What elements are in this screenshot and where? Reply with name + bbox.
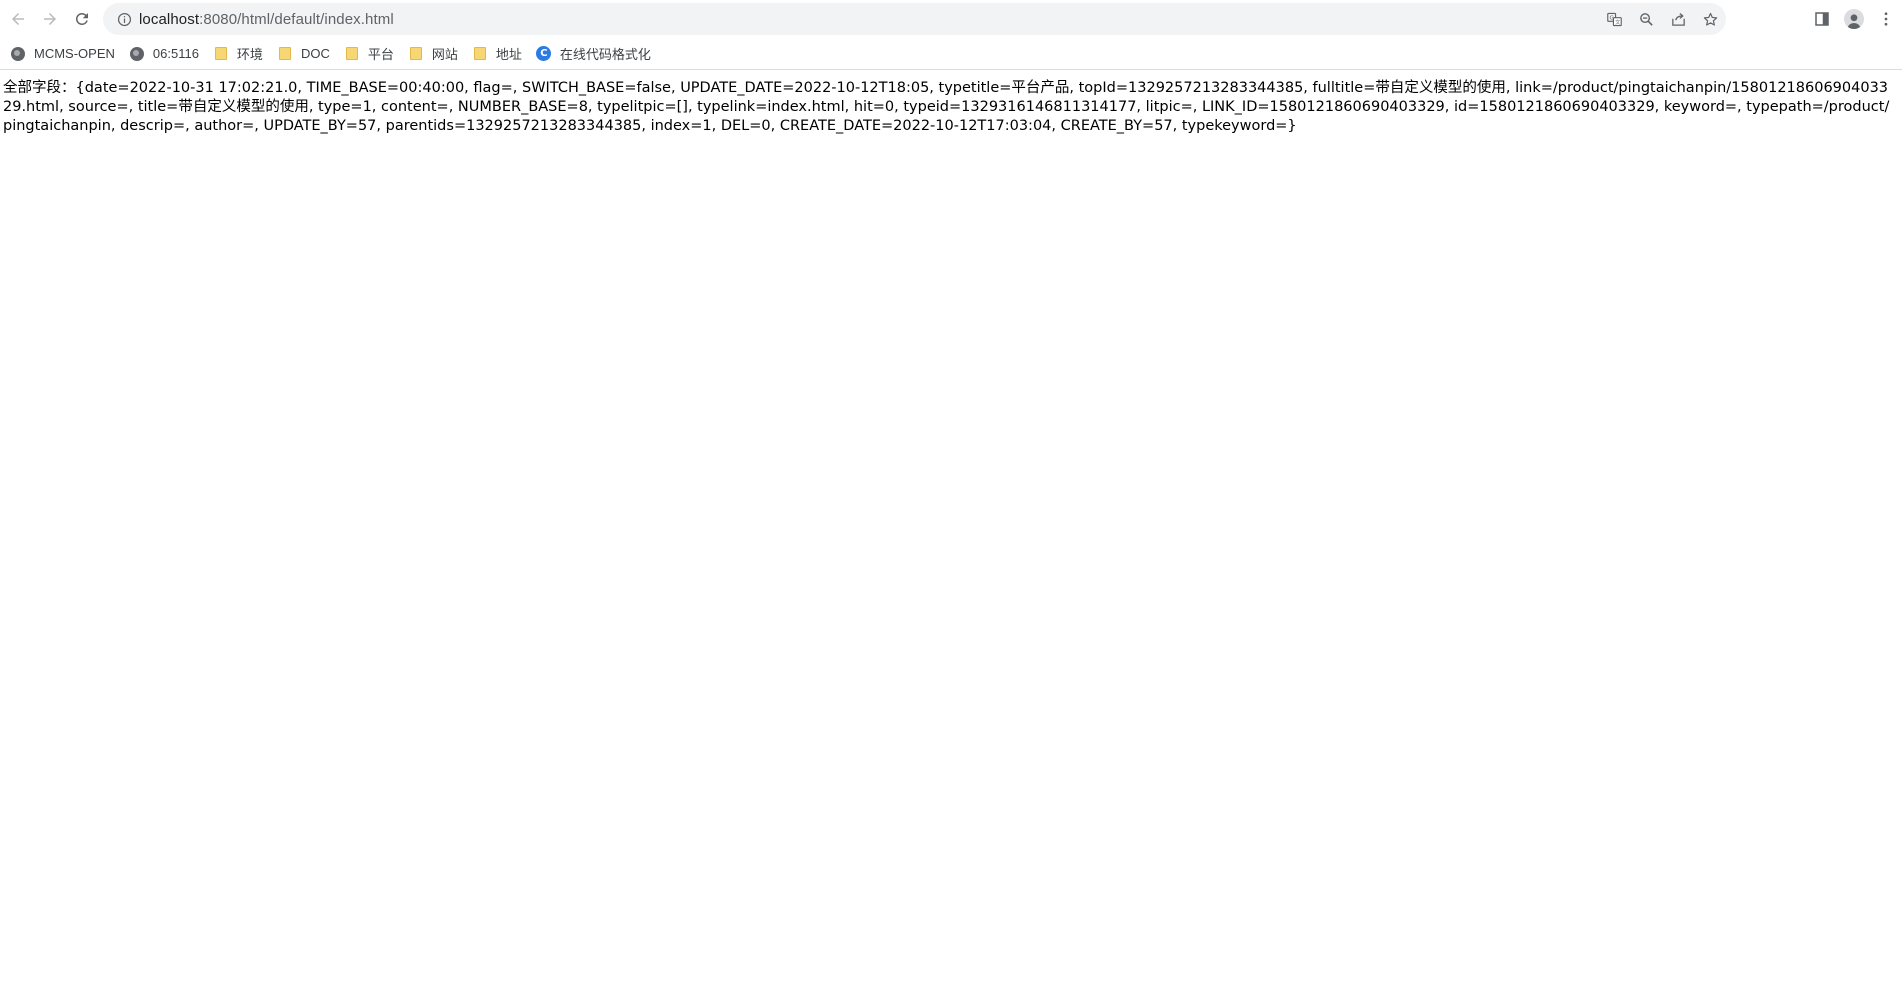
side-panel-button[interactable] (1806, 3, 1838, 35)
bookmark-label: 地址 (495, 47, 522, 62)
bookmark-label: MCMS-OPEN (34, 46, 115, 61)
bookmark-folder-doc[interactable]: DOC (273, 41, 338, 67)
bookmark-label: 06:5116 (152, 46, 199, 61)
globe-icon (129, 46, 145, 62)
browser-right-tools (1806, 3, 1902, 35)
folder-icon (472, 46, 488, 62)
bookmark-folder-website[interactable]: 网站 (404, 41, 466, 67)
avatar-icon (1844, 9, 1864, 29)
share-button[interactable] (1662, 3, 1694, 35)
bookmark-folder-address[interactable]: 地址 (468, 41, 530, 67)
profile-button[interactable] (1838, 3, 1870, 35)
reload-button[interactable] (66, 3, 98, 35)
bookmark-folder-platform[interactable]: 平台 (340, 41, 402, 67)
svg-text:文: 文 (1615, 18, 1620, 25)
folder-icon (344, 46, 360, 62)
bookmark-mcms-open[interactable]: MCMS-OPEN (6, 41, 123, 67)
menu-button[interactable] (1870, 3, 1902, 35)
address-bar-actions: G文 (1598, 3, 1726, 35)
bookmark-label: 平台 (367, 47, 394, 62)
side-panel-icon (1815, 12, 1829, 26)
share-icon (1671, 12, 1685, 26)
arrow-left-icon (12, 13, 24, 25)
reload-icon (76, 12, 88, 25)
back-button[interactable] (2, 3, 34, 35)
site-info-icon[interactable] (109, 3, 139, 35)
bookmark-label: DOC (300, 46, 330, 61)
more-vert-icon (1884, 12, 1888, 26)
folder-icon (213, 46, 229, 62)
bookmark-star-button[interactable] (1694, 3, 1726, 35)
star-icon (1703, 12, 1717, 26)
bookmark-folder-environment[interactable]: 环境 (209, 41, 271, 67)
browser-window: localhost:8080/html/default/index.html G… (0, 0, 1902, 999)
code-format-icon: C (536, 46, 552, 62)
url-path: :8080/html/default/index.html (199, 10, 394, 28)
folder-icon (277, 46, 293, 62)
svg-text:G: G (1609, 15, 1613, 21)
bookmark-label: 环境 (236, 47, 263, 62)
bookmarks-bar: MCMS-OPEN 06:5116 环境 DOC 平台 网站 地址 C 在线代码 (0, 38, 1902, 70)
address-bar[interactable]: localhost:8080/html/default/index.html G… (103, 3, 1726, 35)
bookmark-label: 在线代码格式化 (559, 47, 651, 62)
bookmark-06-5116[interactable]: 06:5116 (125, 41, 207, 67)
zoom-icon (1639, 12, 1653, 26)
translate-button[interactable]: G文 (1598, 3, 1630, 35)
folder-icon (408, 46, 424, 62)
address-url[interactable]: localhost:8080/html/default/index.html (139, 11, 394, 28)
forward-button[interactable] (34, 3, 66, 35)
translate-icon: G文 (1606, 12, 1622, 26)
bookmark-code-formatter[interactable]: C 在线代码格式化 (532, 41, 659, 67)
page-content: 全部字段：{date=2022-10-31 17:02:21.0, TIME_B… (0, 70, 1896, 136)
all-fields-text: 全部字段：{date=2022-10-31 17:02:21.0, TIME_B… (3, 80, 1890, 134)
zoom-button[interactable] (1630, 3, 1662, 35)
url-host: localhost (139, 10, 200, 28)
browser-toolbar: localhost:8080/html/default/index.html G… (0, 0, 1902, 38)
arrow-right-icon (44, 13, 56, 25)
bookmark-label: 网站 (431, 47, 458, 62)
globe-icon (10, 46, 26, 62)
